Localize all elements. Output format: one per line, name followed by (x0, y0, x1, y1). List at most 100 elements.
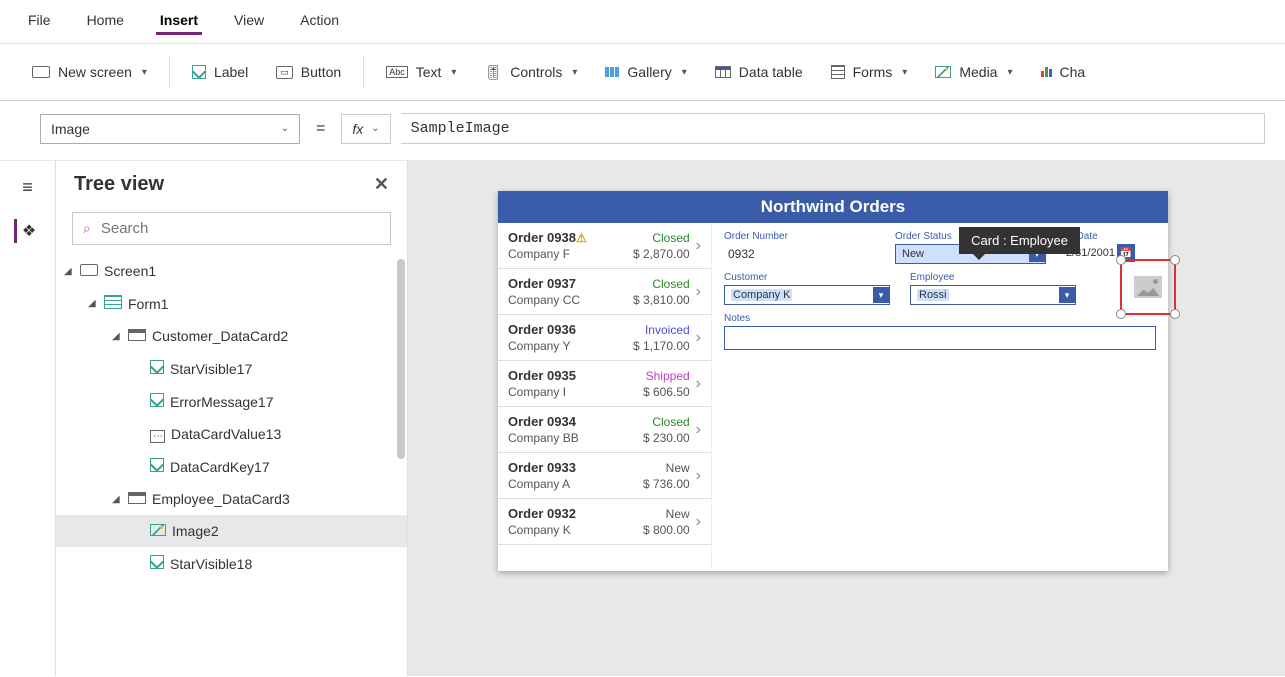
tree-item-employee_datacard3[interactable]: ◢Employee_DataCard3 (56, 483, 407, 515)
ribbon-datatable-text: Data table (739, 64, 803, 80)
tree-item-datacardkey17[interactable]: DataCardKey17 (56, 450, 407, 483)
media-button[interactable]: Media ▾ (921, 58, 1026, 86)
chart-icon (1041, 67, 1052, 77)
tree-item-starvisible17[interactable]: StarVisible17 (56, 352, 407, 385)
chevron-down-icon: ⌄ (371, 123, 379, 134)
chevron-down-icon: ▾ (682, 67, 687, 78)
tree-item-label: ErrorMessage17 (170, 394, 274, 410)
notes-label: Notes (724, 313, 1156, 324)
tree-view-button[interactable]: ❖ (14, 219, 38, 243)
forms-button[interactable]: Forms ▾ (817, 58, 922, 86)
tree-item-label: DataCardValue13 (171, 426, 281, 442)
formula-bar: Image ⌄ = fx ⌄ SampleImage (0, 101, 1285, 161)
left-rail: ≡ ❖ (0, 161, 56, 676)
tree-header: Tree view ✕ (56, 161, 407, 208)
chevron-down-icon: ▾ (1007, 67, 1012, 78)
image2-control[interactable] (1120, 259, 1176, 315)
scrollbar-thumb[interactable] (397, 259, 405, 459)
chevron-right-icon: › (690, 513, 701, 531)
app-body: Order 0938⚠ClosedCompany F$ 2,870.00›Ord… (498, 223, 1168, 569)
image-icon (150, 523, 166, 539)
tree-panel: Tree view ✕ ⌕ ◢ Screen1 ◢Form1◢Customer_Da… (56, 161, 408, 676)
order-row[interactable]: Order 0938⚠ClosedCompany F$ 2,870.00› (498, 223, 711, 269)
ribbon-charts-text: Cha (1060, 64, 1086, 80)
ribbon-forms-text: Forms (853, 64, 893, 80)
menu-file[interactable]: File (24, 8, 55, 35)
employee-dropdown[interactable]: Rossi ▾ (910, 285, 1076, 305)
order-row[interactable]: Order 0934ClosedCompany BB$ 230.00› (498, 407, 711, 453)
order-row[interactable]: Order 0933NewCompany A$ 736.00› (498, 453, 711, 499)
card-icon (128, 491, 146, 507)
tree-item-datacardvalue13[interactable]: ⋯DataCardValue13 (56, 418, 407, 450)
edit-icon (150, 555, 164, 572)
new-screen-button[interactable]: New screen ▾ (18, 58, 161, 86)
order-number: Order 0935 (508, 368, 576, 383)
edit-icon (150, 360, 164, 377)
order-row[interactable]: Order 0932NewCompany K$ 800.00› (498, 499, 711, 545)
app-preview: Northwind Orders Order 0938⚠ClosedCompan… (498, 191, 1168, 571)
order-number: Order 0932 (508, 506, 576, 521)
table-icon (715, 66, 731, 78)
order-amount: $ 800.00 (643, 523, 690, 537)
data-table-button[interactable]: Data table (701, 58, 817, 86)
chevron-right-icon: › (690, 421, 701, 439)
ribbon-controls-text: Controls (510, 64, 562, 80)
order-company: Company F (508, 247, 570, 261)
screen-icon (32, 66, 50, 78)
tree-item-label: Screen1 (104, 263, 156, 279)
chevron-right-icon: › (690, 329, 701, 347)
order-status: Invoiced (645, 323, 690, 337)
order-amount: $ 736.00 (643, 477, 690, 491)
search-box[interactable]: ⌕ (72, 212, 391, 245)
order-row[interactable]: Order 0937ClosedCompany CC$ 3,810.00› (498, 269, 711, 315)
text-button[interactable]: Abc Text ▾ (372, 58, 470, 86)
new-screen-label: New screen (58, 64, 132, 80)
tree-item-customer_datacard2[interactable]: ◢Customer_DataCard2 (56, 320, 407, 352)
order-amount: $ 2,870.00 (633, 247, 690, 261)
notes-input[interactable] (724, 326, 1156, 350)
tree-item-label: StarVisible18 (170, 556, 252, 572)
button-icon: ▭ (276, 66, 293, 79)
menu-view[interactable]: View (230, 8, 268, 35)
hamburger-button[interactable]: ≡ (16, 175, 40, 199)
tree-item-form1[interactable]: ◢Form1 (56, 287, 407, 320)
order-row[interactable]: Order 0935ShippedCompany I$ 606.50› (498, 361, 711, 407)
form-icon (831, 65, 845, 79)
chevron-right-icon: › (690, 375, 701, 393)
tree-item-label: Customer_DataCard2 (152, 328, 288, 344)
customer-dropdown[interactable]: Company K ▾ (724, 285, 890, 305)
selection-handles[interactable] (1118, 257, 1178, 317)
gallery-button[interactable]: Gallery ▾ (591, 58, 700, 86)
charts-button[interactable]: Cha (1027, 58, 1100, 86)
chevron-down-icon: ▾ (451, 67, 456, 78)
property-selector[interactable]: Image ⌄ (40, 114, 300, 144)
canvas[interactable]: Northwind Orders Order 0938⚠ClosedCompan… (408, 161, 1285, 676)
order-amount: $ 230.00 (643, 431, 690, 445)
close-button[interactable]: ✕ (374, 174, 389, 195)
employee-value: Rossi (917, 289, 949, 301)
ribbon-button-text: Button (301, 64, 341, 80)
search-input[interactable] (99, 219, 380, 238)
ribbon-gallery-text: Gallery (627, 64, 671, 80)
property-value: Image (51, 121, 90, 137)
order-company: Company CC (508, 293, 580, 307)
button-button[interactable]: ▭ Button (262, 58, 355, 86)
gallery-icon (605, 67, 619, 77)
controls-button[interactable]: 🎚 Controls ▾ (470, 58, 591, 87)
menu-home[interactable]: Home (83, 8, 128, 35)
label-button[interactable]: Label (178, 58, 262, 86)
tree-item-label: Employee_DataCard3 (152, 491, 290, 507)
tree-item-errormessage17[interactable]: ErrorMessage17 (56, 385, 407, 418)
detail-panel: Order Number 0932 Order Status New ▾ id … (712, 223, 1168, 569)
menu-action[interactable]: Action (296, 8, 343, 35)
caret-icon: ◢ (64, 266, 74, 277)
tree-item-starvisible18[interactable]: StarVisible18 (56, 547, 407, 580)
tree-item-image2[interactable]: Image2 (56, 515, 407, 547)
fx-button[interactable]: fx ⌄ (341, 114, 390, 144)
order-list: Order 0938⚠ClosedCompany F$ 2,870.00›Ord… (498, 223, 712, 569)
order-row[interactable]: Order 0936InvoicedCompany Y$ 1,170.00› (498, 315, 711, 361)
formula-input[interactable]: SampleImage (401, 113, 1265, 144)
tree-item-screen1[interactable]: ◢ Screen1 (56, 255, 407, 287)
order-status: Closed (652, 231, 689, 245)
menu-insert[interactable]: Insert (156, 8, 202, 35)
